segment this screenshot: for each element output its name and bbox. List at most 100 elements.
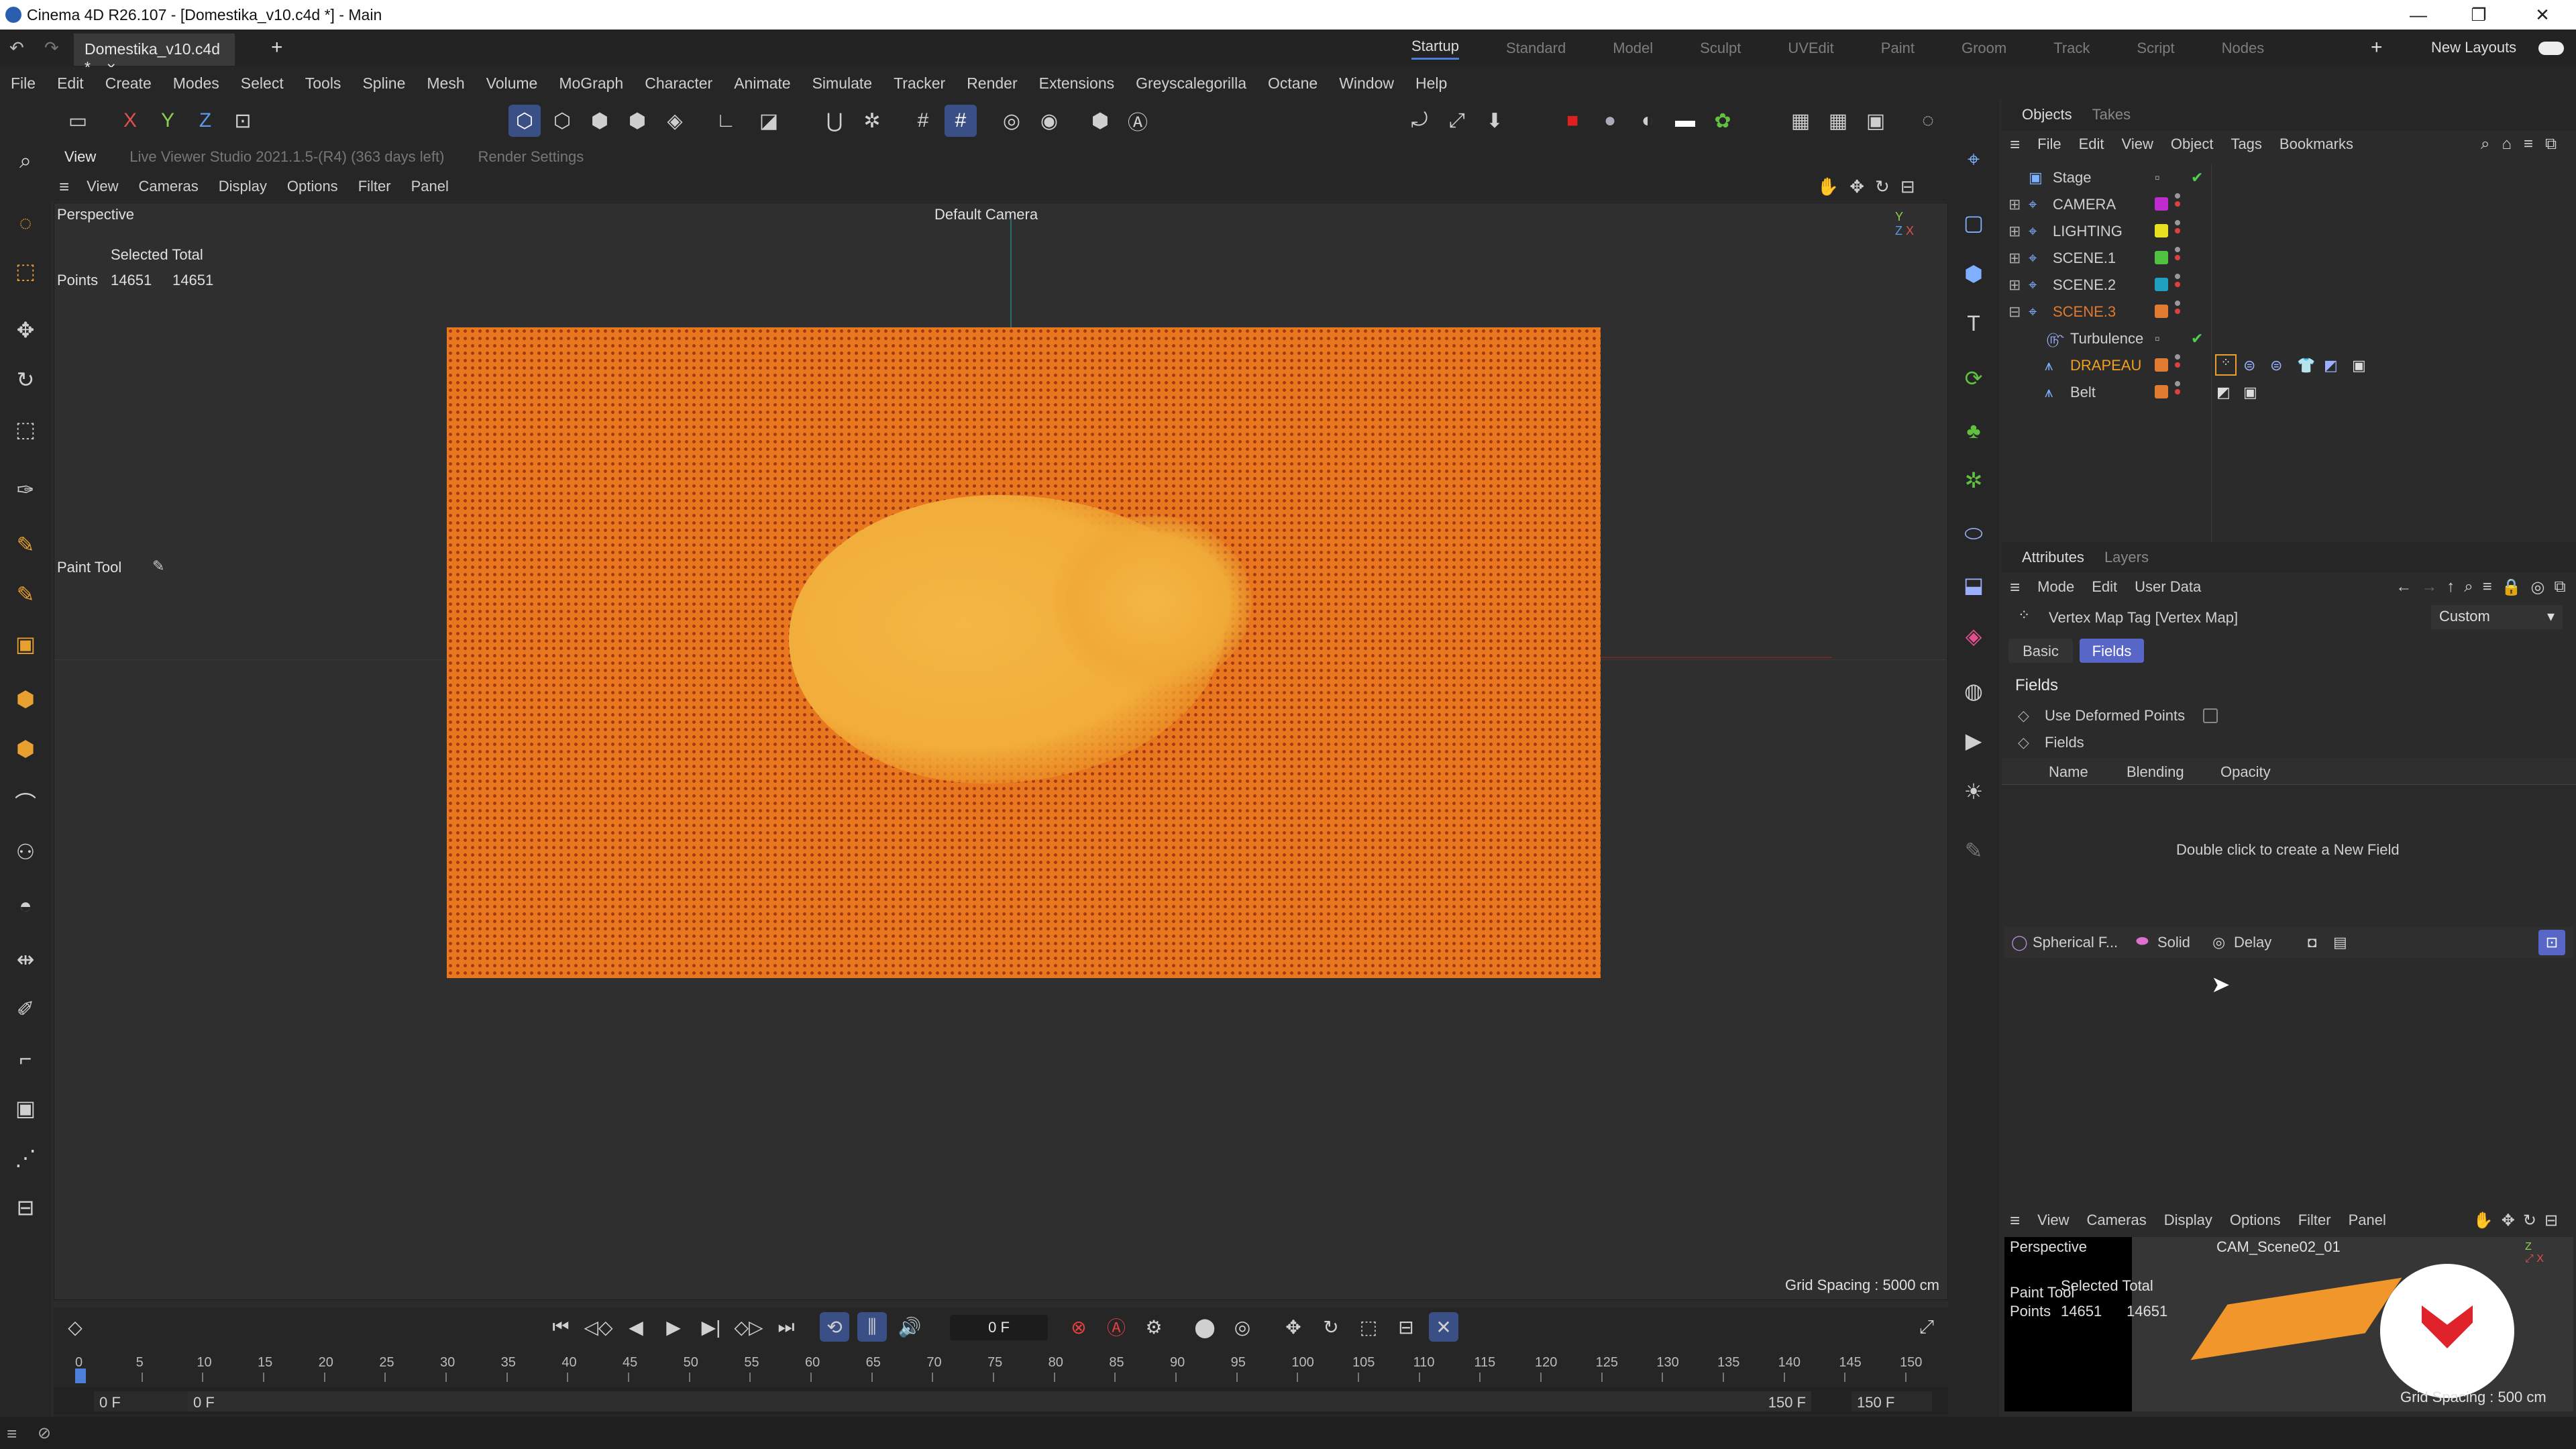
tab-attributes[interactable]: Attributes bbox=[2022, 549, 2084, 566]
autokey-icon[interactable]: Ⓐ bbox=[1102, 1312, 1131, 1342]
menu-help[interactable]: Help bbox=[1415, 74, 1447, 93]
brush-tool-icon[interactable]: ✎ bbox=[9, 529, 42, 561]
obj-menu-tags[interactable]: Tags bbox=[2231, 136, 2261, 153]
object-row-camera[interactable]: ⊞ ⌖ CAMERA bbox=[2002, 191, 2576, 217]
go-to-end-icon[interactable]: ⏭ bbox=[771, 1312, 801, 1342]
generator-icon[interactable]: ◈ bbox=[1957, 620, 1990, 652]
layout-uvedit[interactable]: UVEdit bbox=[1788, 40, 1833, 57]
play-icon[interactable]: ▶ bbox=[659, 1312, 688, 1342]
add-tab-button[interactable]: + bbox=[271, 36, 283, 59]
forward-arrow-icon[interactable]: → bbox=[2421, 578, 2437, 596]
mini-viewport-canvas[interactable]: Perspective CAM_Scene02_01 Paint Tool Se… bbox=[2004, 1237, 2573, 1411]
add-layout-button[interactable]: + bbox=[2371, 36, 2383, 59]
cloth-tag-2-icon[interactable]: ⊜ bbox=[2270, 357, 2282, 374]
attr-menu-edit[interactable]: Edit bbox=[2092, 578, 2117, 596]
record-icon[interactable]: ⊗ bbox=[1064, 1312, 1093, 1342]
layer-color-swatch[interactable] bbox=[2155, 251, 2168, 264]
null-object-icon[interactable]: ⌖ bbox=[1957, 144, 1990, 176]
object-row-turbulence[interactable]: ௹ Turbulence ▫ ✔ bbox=[2002, 325, 2576, 352]
polygons-mode-icon[interactable]: ⬢ bbox=[584, 105, 616, 137]
move-view-icon[interactable]: ✥ bbox=[2502, 1211, 2515, 1230]
back-arrow-icon[interactable]: ← bbox=[2396, 578, 2412, 596]
mini-menu-cameras[interactable]: Cameras bbox=[2086, 1212, 2146, 1229]
subtab-basic[interactable]: Basic bbox=[2008, 639, 2073, 663]
snap-settings-icon[interactable]: ✲ bbox=[856, 105, 888, 137]
mini-menu-view[interactable]: View bbox=[2037, 1212, 2069, 1229]
keyframe-icon[interactable]: ◇ bbox=[60, 1312, 90, 1342]
menu-create[interactable]: Create bbox=[105, 74, 152, 93]
timeline-expand-icon[interactable]: ⤢ bbox=[1912, 1312, 1941, 1342]
layout-startup[interactable]: Startup bbox=[1411, 38, 1459, 60]
preview-range-bar[interactable]: 0 F 150 F bbox=[188, 1391, 1811, 1411]
key-rotate-icon[interactable]: ↻ bbox=[1316, 1312, 1346, 1342]
checkmark-icon[interactable]: ✔ bbox=[2191, 330, 2203, 347]
attr-menu-user-data[interactable]: User Data bbox=[2135, 578, 2201, 596]
deformer-icon[interactable]: ⬭ bbox=[1957, 518, 1990, 550]
layout-toggle[interactable] bbox=[2538, 42, 2564, 55]
quantize-icon[interactable]: ⬢ bbox=[1084, 105, 1116, 137]
rotate-view-icon[interactable]: ↻ bbox=[2523, 1211, 2536, 1230]
menu-tracker[interactable]: Tracker bbox=[894, 74, 945, 93]
filter-icon[interactable]: ≡ bbox=[2483, 578, 2492, 596]
col-opacity[interactable]: Opacity bbox=[2220, 763, 2271, 781]
go-to-start-icon[interactable]: ⏮ bbox=[546, 1312, 576, 1342]
effector-icon[interactable]: ✲ bbox=[1957, 464, 1990, 496]
tab-view[interactable]: View bbox=[64, 148, 96, 166]
playhead[interactable] bbox=[75, 1368, 86, 1383]
flag-mesh-drapeau[interactable] bbox=[447, 327, 1601, 978]
key-position-icon[interactable]: ⬤ bbox=[1190, 1312, 1220, 1342]
uvw-tag-icon[interactable]: ◩ bbox=[2216, 384, 2231, 401]
redo-icon[interactable]: ↷ bbox=[44, 38, 59, 58]
tweak-mode-icon[interactable]: ◪ bbox=[753, 105, 785, 137]
box-selection-icon[interactable]: ⬚ bbox=[9, 255, 42, 287]
expand-icon[interactable]: ⊞ bbox=[2008, 276, 2021, 294]
render-to-picture-viewer-icon[interactable]: ⬇ bbox=[1479, 105, 1511, 137]
obj-menu-edit[interactable]: Edit bbox=[2079, 136, 2104, 153]
enable-axis-icon[interactable]: ∟ bbox=[710, 105, 742, 137]
grid-snap-icon[interactable]: # bbox=[945, 105, 977, 137]
layout-standard[interactable]: Standard bbox=[1506, 40, 1566, 57]
camera-object-icon[interactable]: ▶ bbox=[1957, 724, 1990, 757]
tab-takes[interactable]: Takes bbox=[2092, 106, 2131, 123]
render-region-icon[interactable]: ⤢ bbox=[1441, 105, 1473, 137]
cube-icon[interactable]: ⬢ bbox=[9, 683, 42, 715]
render-queue-icon[interactable]: ▦ bbox=[1784, 105, 1817, 137]
texture-icon[interactable]: ▣ bbox=[9, 1092, 42, 1124]
obj-menu-object[interactable]: Object bbox=[2171, 136, 2214, 153]
layout-script[interactable]: Script bbox=[2137, 40, 2174, 57]
hamburger-icon[interactable]: ≡ bbox=[2010, 577, 2020, 598]
object-row-drapeau[interactable]: ⩚ DRAPEAU ⁘ ⊜ ⊜ 👕 ◩ ▣ bbox=[2002, 352, 2576, 378]
tab-render-settings[interactable]: Render Settings bbox=[478, 148, 584, 166]
previous-frame-icon[interactable]: ◀ bbox=[621, 1312, 651, 1342]
cloth-tag-icon[interactable]: ⊜ bbox=[2243, 357, 2255, 374]
menu-mesh[interactable]: Mesh bbox=[427, 74, 464, 93]
sound-icon[interactable]: 🔊 bbox=[895, 1312, 924, 1342]
fields-list[interactable]: Double click to create a New Field bbox=[2002, 785, 2576, 919]
close-button[interactable]: ✕ bbox=[2512, 0, 2573, 30]
greyscalegorilla-icon[interactable]: ✿ bbox=[1707, 105, 1739, 137]
new-window-icon[interactable]: ⧉ bbox=[2545, 135, 2557, 154]
preset-dropdown[interactable]: Custom ▾ bbox=[2431, 605, 2563, 629]
knife-tool-icon[interactable]: ⇹ bbox=[9, 943, 42, 975]
menu-window[interactable]: Window bbox=[1339, 74, 1394, 93]
viewport-menu-options[interactable]: Options bbox=[287, 178, 338, 195]
obj-menu-file[interactable]: File bbox=[2037, 136, 2061, 153]
menu-modes[interactable]: Modes bbox=[173, 74, 219, 93]
undo-icon[interactable]: ↶ bbox=[9, 38, 24, 58]
soft-selection-icon[interactable]: ◉ bbox=[1033, 105, 1065, 137]
model-mode-icon[interactable]: ◈ bbox=[659, 105, 691, 137]
key-pla-icon[interactable]: ✕ bbox=[1429, 1312, 1458, 1342]
next-frame-icon[interactable]: ▶| bbox=[696, 1312, 726, 1342]
playback-rate-icon[interactable]: ⫼ bbox=[857, 1312, 887, 1342]
layout-nodes[interactable]: Nodes bbox=[2222, 40, 2265, 57]
viewport-camera-label[interactable]: Default Camera bbox=[934, 206, 1038, 223]
symmetry-icon[interactable]: ◎ bbox=[996, 105, 1028, 137]
subtab-fields[interactable]: Fields bbox=[2080, 639, 2144, 663]
tab-objects[interactable]: Objects bbox=[2022, 106, 2072, 123]
lock-icon[interactable]: 🔒 bbox=[2502, 578, 2522, 597]
snap-magnet-icon[interactable]: ⋃ bbox=[818, 105, 851, 137]
visibility-dots[interactable] bbox=[2175, 220, 2182, 241]
edges-mode-icon[interactable]: ⬡ bbox=[546, 105, 578, 137]
search-icon[interactable]: ⌕ bbox=[2464, 578, 2473, 596]
visibility-dots[interactable] bbox=[2175, 354, 2182, 376]
